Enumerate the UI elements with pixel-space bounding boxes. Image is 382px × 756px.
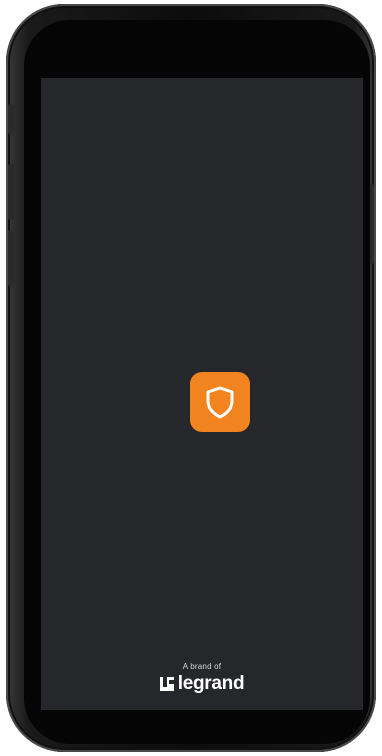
volume-down-button [8,230,14,286]
app-logo [190,372,250,432]
mute-switch [8,104,14,134]
phone-frame: A brand of legrand [6,4,376,752]
splash-screen: A brand of legrand [41,78,363,710]
brand-footer: A brand of legrand [41,662,363,696]
shield-icon [206,386,234,419]
volume-up-button [8,164,14,220]
phone-bezel: A brand of legrand [24,20,370,744]
legrand-mark-icon [159,676,174,691]
legrand-logo: legrand [159,673,245,694]
brand-name: legrand [177,673,245,694]
brand-caption: A brand of [182,662,222,671]
